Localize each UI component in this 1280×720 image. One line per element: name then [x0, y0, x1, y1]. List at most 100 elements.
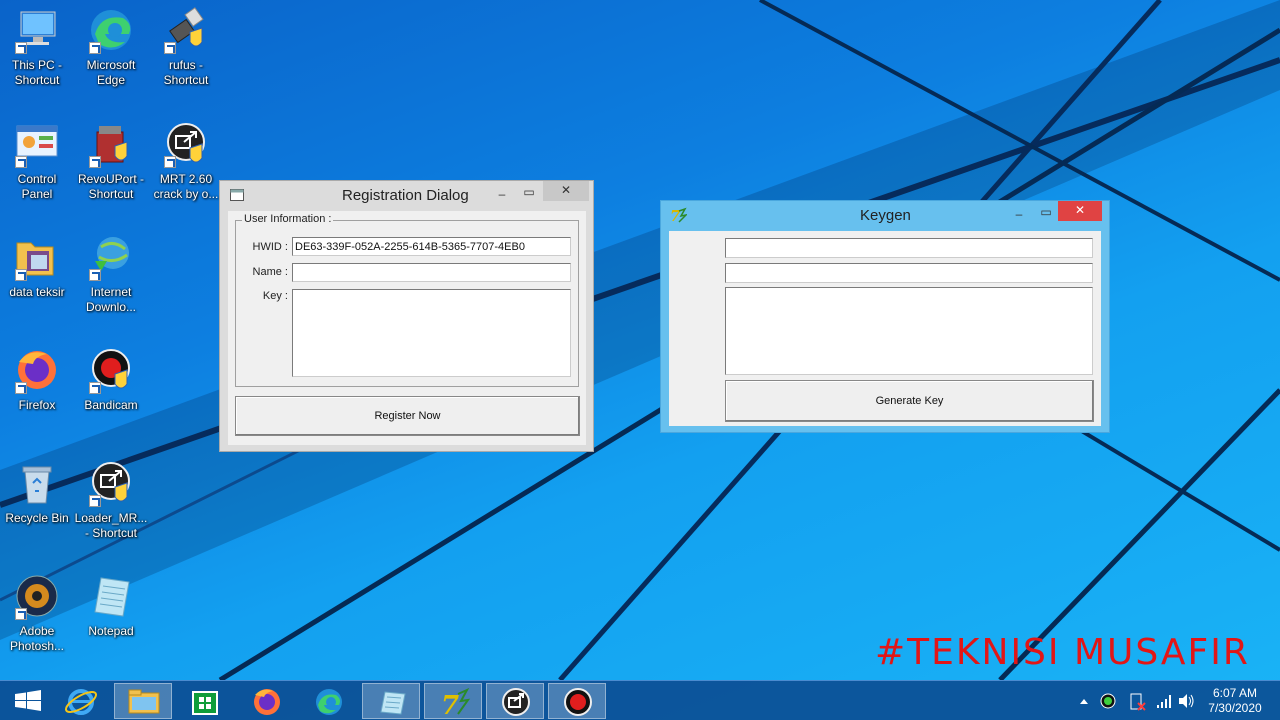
taskbar-internet-explorer[interactable] [52, 683, 110, 719]
desktop-icon-label: rufus - Shortcut [163, 58, 209, 87]
name-field[interactable] [292, 263, 571, 282]
watermark-text: #TEKNISI MUSAFIR [875, 632, 1250, 673]
name-label: Name : [252, 266, 288, 278]
taskbar-keygen[interactable]: 7 [424, 683, 482, 720]
desktop-icon-label: MRT 2.60 crack by o... [153, 172, 219, 201]
desktop-icon-label: Loader_MR... - Shortcut [74, 511, 148, 540]
tray-clock[interactable]: 6:07 AM 7/30/2020 [1200, 681, 1270, 720]
taskbar-edge[interactable] [300, 683, 358, 719]
shortcut-arrow-icon [89, 495, 101, 507]
keygen-field-2[interactable] [725, 263, 1093, 283]
desktop-icon-firefox[interactable]: Firefox [0, 346, 74, 413]
desktop-icon-loader[interactable]: Loader_MR... - Shortcut [74, 459, 148, 541]
shortcut-arrow-icon [164, 156, 176, 168]
recycle-bin-icon [13, 459, 61, 507]
start-button[interactable] [0, 683, 58, 719]
desktop-icon-control-panel[interactable]: Control Panel [0, 120, 74, 202]
shortcut-arrow-icon [89, 42, 101, 54]
close-button[interactable]: ✕ [543, 181, 589, 201]
hwid-field[interactable]: DE63-339F-052A-2255-614B-5365-7707-4EB0 [292, 237, 571, 256]
show-hidden-icons-button[interactable] [1074, 681, 1094, 720]
desktop-icon-label: data teksir [9, 285, 65, 299]
close-button[interactable]: ✕ [1058, 201, 1102, 221]
desktop-icon-mrt[interactable]: MRT 2.60 crack by o... [149, 120, 223, 202]
shortcut-arrow-icon [15, 42, 27, 54]
desktop-icon-notepad[interactable]: Notepad [74, 572, 148, 639]
start-icon [15, 690, 41, 711]
firefox-icon [13, 346, 61, 394]
folder-icon [13, 233, 61, 281]
keygen-field-1[interactable] [725, 238, 1093, 258]
desktop-icon-label: Notepad [88, 624, 134, 638]
desktop-icon-label: Adobe Photosh... [9, 624, 65, 653]
taskbar-firefox[interactable] [238, 683, 296, 719]
photoshop-icon [13, 572, 61, 620]
taskbar-store[interactable] [176, 683, 234, 719]
mrt-icon [162, 120, 210, 168]
svg-text:7: 7 [441, 691, 459, 720]
registration-dialog-titlebar[interactable]: Registration Dialog ‒ ▭ ✕ [220, 181, 593, 209]
taskbar-mrt[interactable] [486, 683, 544, 719]
desktop-icon-label: RevoUPort - Shortcut [77, 172, 145, 201]
desktop-icon-folder[interactable]: data teksir [0, 233, 74, 300]
desktop-icon-label: Microsoft Edge [86, 58, 136, 87]
desktop-icon-edge[interactable]: Microsoft Edge [74, 6, 148, 88]
desktop-icon-recycle-bin[interactable]: Recycle Bin [0, 459, 74, 526]
maximize-button[interactable]: ▭ [1034, 203, 1058, 223]
bandicam-icon [564, 688, 592, 716]
desktop-icon-label: Firefox [18, 398, 56, 412]
keygen-field-3[interactable] [725, 287, 1093, 375]
keygen-app-icon: 7 [670, 207, 687, 223]
taskbar-bandicam[interactable] [548, 683, 606, 719]
clock-time: 6:07 AM [1212, 686, 1258, 700]
shortcut-arrow-icon [15, 269, 27, 281]
desktop-icon-this-pc[interactable]: This PC - Shortcut [0, 6, 74, 88]
group-label: User Information : [242, 213, 334, 225]
minimize-button[interactable]: ‒ [1007, 205, 1031, 225]
keygen-titlebar[interactable]: 7 Keygen ‒ ▭ ✕ [661, 201, 1109, 229]
shortcut-arrow-icon [164, 42, 176, 54]
internet-explorer-icon [64, 689, 98, 715]
minimize-button[interactable]: ‒ [490, 185, 514, 205]
taskbar-notepad[interactable] [362, 683, 420, 719]
tray-network[interactable] [1154, 681, 1174, 720]
idm-icon [87, 233, 135, 281]
desktop-icon-bandicam[interactable]: Bandicam [74, 346, 148, 413]
desktop-icon-label: Bandicam [84, 398, 138, 412]
store-icon [192, 691, 218, 715]
desktop-icon-label: Recycle Bin [5, 511, 69, 525]
shortcut-arrow-icon [89, 382, 101, 394]
network-signal-icon [1157, 695, 1171, 708]
desktop-icon-photoshop[interactable]: Adobe Photosh... [0, 572, 74, 654]
taskbar-file-explorer[interactable] [114, 683, 172, 719]
notepad-icon [87, 572, 135, 620]
file-explorer-icon [128, 689, 160, 714]
clock-date: 7/30/2020 [1208, 701, 1262, 715]
keygen-icon: 7 [441, 687, 471, 720]
action-center-alert-icon [1130, 693, 1146, 711]
firefox-icon [254, 689, 280, 715]
registration-dialog-window: Registration Dialog ‒ ▭ ✕ User Informati… [219, 180, 594, 452]
desktop-icon-label: This PC - Shortcut [11, 58, 62, 87]
key-label: Key : [262, 290, 288, 302]
desktop-icon-idm[interactable]: Internet Downlo... [74, 233, 148, 315]
desktop-icon-rufus[interactable]: rufus - Shortcut [149, 6, 223, 88]
edge-icon [87, 6, 135, 54]
chevron-up-icon [1080, 699, 1088, 704]
desktop-icon-label: Internet Downlo... [85, 285, 137, 314]
green-status-icon [1100, 693, 1116, 709]
tray-app[interactable] [1098, 681, 1118, 720]
keygen-window: 7 Keygen ‒ ▭ ✕ Generate Key [660, 200, 1110, 433]
generate-key-button[interactable]: Generate Key [725, 380, 1094, 422]
desktop-icon-revouport[interactable]: RevoUPort - Shortcut [74, 120, 148, 202]
tray-volume[interactable] [1176, 681, 1196, 720]
taskbar: 7 6:07 AM 7/30/2020 [0, 680, 1280, 720]
tray-action-center[interactable] [1128, 681, 1148, 720]
key-field[interactable] [292, 289, 571, 377]
maximize-button[interactable]: ▭ [517, 183, 541, 203]
register-now-button[interactable]: Register Now [235, 396, 580, 436]
this-pc-icon [13, 6, 61, 54]
speaker-icon [1179, 694, 1194, 708]
shortcut-arrow-icon [15, 608, 27, 620]
shortcut-arrow-icon [15, 156, 27, 168]
